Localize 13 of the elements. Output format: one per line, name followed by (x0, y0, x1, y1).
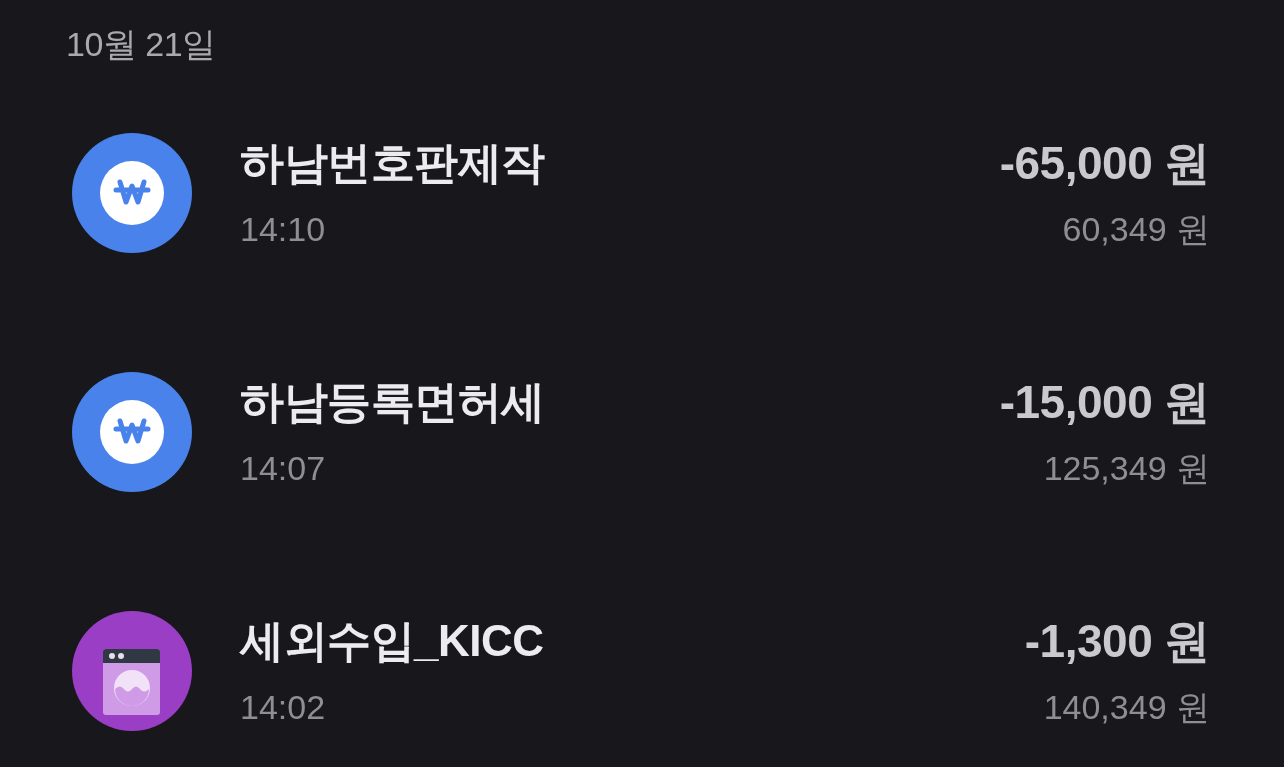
transaction-time: 14:02 (240, 687, 326, 727)
transaction-time: 14:07 (240, 448, 326, 488)
transaction-title: 하남번호판제작 (240, 137, 545, 189)
transaction-amount: -65,000 원 (999, 137, 1210, 189)
transaction-time: 14:10 (240, 209, 326, 249)
transaction-amount: -1,300 원 (1024, 615, 1210, 667)
transaction-title: 세외수입_KICC (240, 615, 544, 667)
date-header: 10월 21일 (66, 24, 216, 65)
balance-after: 125,349 원 (1043, 448, 1210, 488)
balance-after: 60,349 원 (1062, 209, 1210, 249)
transaction-title: 하남등록면허세 (240, 376, 545, 428)
balance-after: 140,349 원 (1043, 687, 1210, 727)
transaction-amount: -15,000 원 (999, 376, 1210, 428)
